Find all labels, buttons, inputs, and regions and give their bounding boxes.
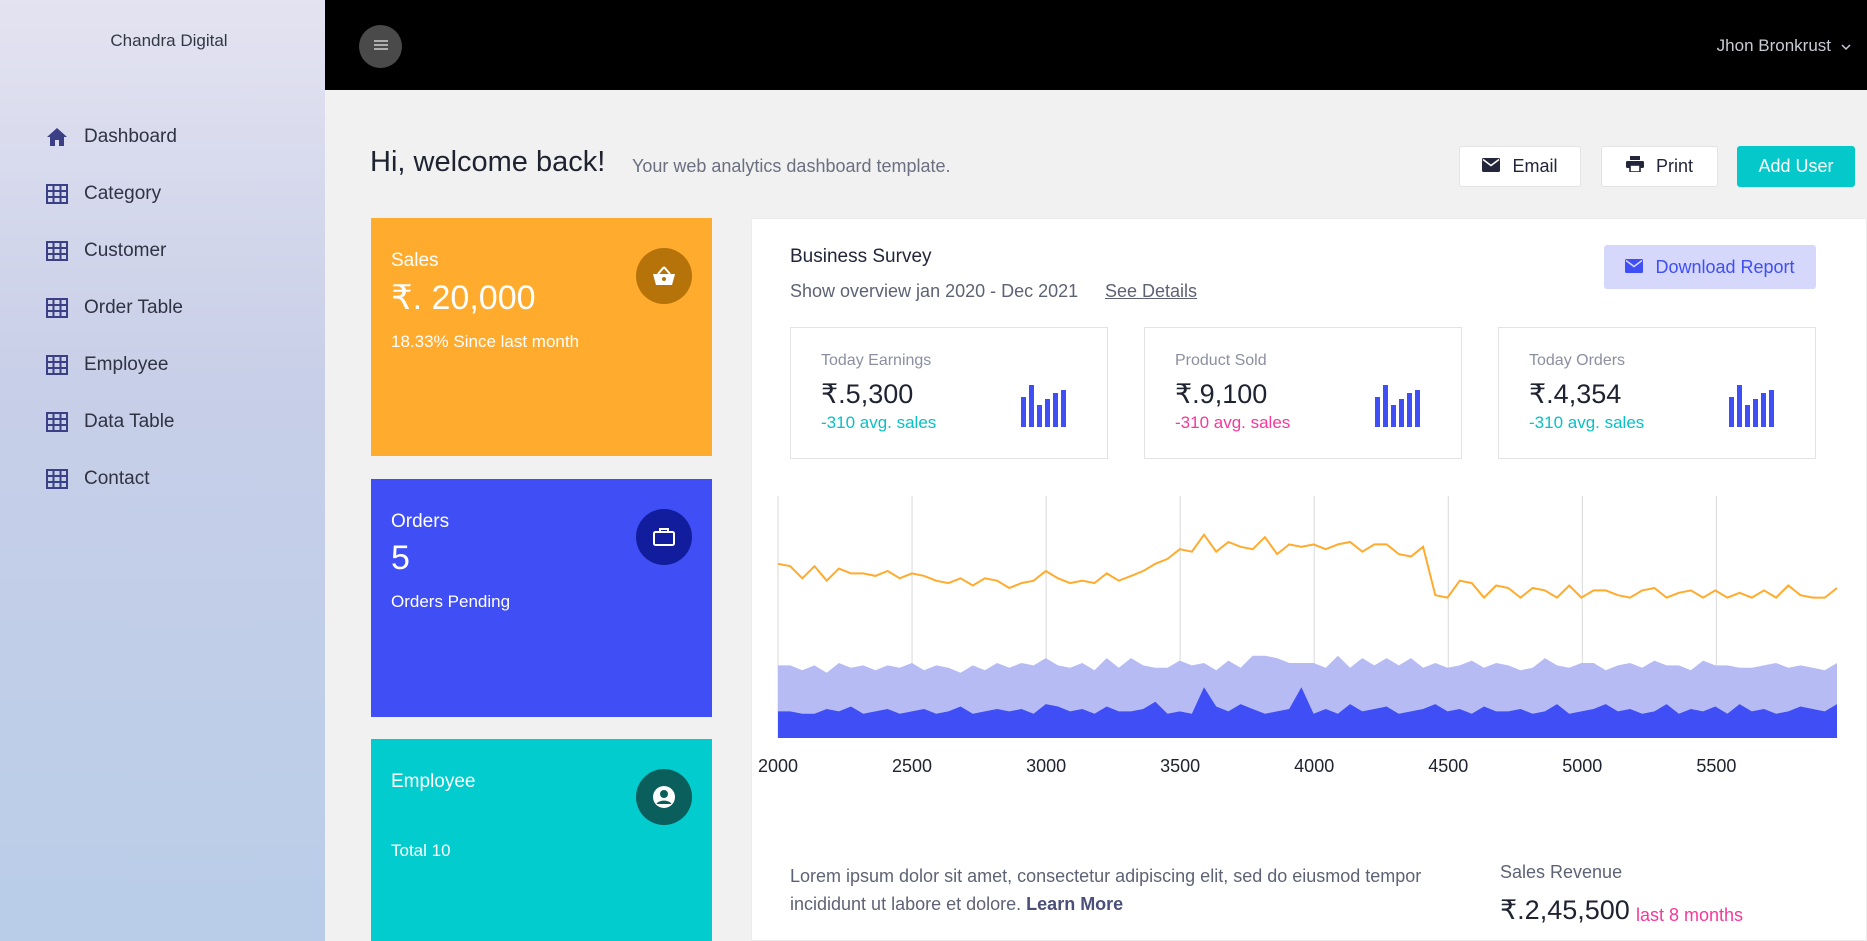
sidebar-item-label: Dashboard [84,125,177,147]
grid-icon [44,238,70,264]
sidebar-item-customer[interactable]: Customer [44,222,183,279]
survey-title: Business Survey [790,246,932,267]
stat-product-sold: Product Sold ₹.9,100 -310 avg. sales [1144,327,1462,459]
briefcase-icon [636,509,692,565]
grid-icon [44,181,70,207]
menu-toggle-button[interactable] [359,25,402,68]
card-subtext: Total 10 [391,841,451,860]
survey-subtitle: Show overview jan 2020 - Dec 2021 [790,281,1079,301]
sales-revenue-label: Sales Revenue [1500,862,1623,882]
sidebar-item-dashboard[interactable]: Dashboard [44,108,183,165]
sidebar-item-label: Data Table [84,410,175,432]
download-report-label: Download Report [1655,256,1795,277]
main-content: Hi, welcome back! Your web analytics das… [325,90,1867,941]
add-user-button[interactable]: Add User [1737,146,1855,187]
x-tick-label: 5000 [1562,756,1602,776]
grid-icon [44,352,70,378]
bar-chart-icon [1375,385,1423,432]
sidebar-item-contact[interactable]: Contact [44,450,183,507]
sidebar-item-label: Employee [84,353,169,375]
x-tick-label: 5500 [1696,756,1736,776]
user-name: Jhon Bronkrust [1716,36,1831,55]
hamburger-icon [373,38,389,56]
card-subtext: 18.33% Since last month [391,332,580,351]
line-series [777,532,1838,600]
page-subtitle: Your web analytics dashboard template. [632,156,951,176]
grid-icon [44,409,70,435]
sidebar: Chandra Digital Dashboard Category Custo… [0,0,325,941]
email-button[interactable]: Email [1459,146,1581,187]
chevron-down-icon [1841,36,1851,56]
printer-icon [1625,156,1644,177]
email-button-label: Email [1512,156,1558,176]
sidebar-item-label: Customer [84,239,167,261]
sidebar-item-order-table[interactable]: Order Table [44,279,183,336]
user-menu[interactable]: Jhon Bronkrust [1717,36,1851,56]
see-details-link[interactable]: See Details [1105,281,1197,302]
print-button-label: Print [1655,156,1693,176]
stat-label: Today Earnings [821,352,932,369]
x-tick-label: 2000 [758,756,798,776]
sidebar-nav: Dashboard Category Customer Order Table [44,108,183,507]
sidebar-item-label: Order Table [84,296,183,318]
survey-chart: 2000 2500 3000 3500 4000 4500 5000 5500 [758,496,1838,776]
sidebar-item-data-table[interactable]: Data Table [44,393,183,450]
grid-icon [44,295,70,321]
x-tick-label: 4000 [1294,756,1334,776]
stat-label: Today Orders [1529,352,1626,369]
employee-card: Employee Total 10 [371,739,712,941]
envelope-icon [1625,257,1644,278]
bar-chart-icon [1729,385,1777,432]
business-survey-panel: Business Survey Show overview jan 2020 -… [751,218,1867,941]
user-circle-icon [636,769,692,825]
page-title: Hi, welcome back! [370,146,606,178]
download-report-button[interactable]: Download Report [1604,245,1816,289]
grid-icon [44,466,70,492]
print-button[interactable]: Print [1601,146,1718,187]
x-tick-label: 3500 [1160,756,1200,776]
survey-description: Lorem ipsum dolor sit amet, consectetur … [790,862,1480,918]
sidebar-item-label: Category [84,182,162,204]
envelope-icon [1482,156,1501,177]
orders-card: Orders 5 Orders Pending [371,479,712,717]
sidebar-item-label: Contact [84,467,150,489]
brand-name: Chandra Digital [110,31,228,50]
learn-more-link[interactable]: Learn More [1026,894,1123,914]
bar-chart-icon [1021,385,1069,432]
sidebar-item-category[interactable]: Category [44,165,183,222]
sales-card: Sales ₹. 20,000 18.33% Since last month [371,218,712,456]
x-tick-label: 3000 [1026,756,1066,776]
home-icon [44,124,70,150]
sidebar-item-employee[interactable]: Employee [44,336,183,393]
stat-today-earnings: Today Earnings ₹.5,300 -310 avg. sales [790,327,1108,459]
basket-icon [636,248,692,304]
card-subtext: Orders Pending [391,592,511,611]
stat-label: Product Sold [1175,352,1267,369]
sales-revenue-value: ₹.2,45,500 [1500,895,1630,925]
topbar: Jhon Bronkrust [325,0,1867,90]
sales-revenue-period: last 8 months [1636,905,1744,925]
stat-today-orders: Today Orders ₹.4,354 -310 avg. sales [1498,327,1816,459]
x-tick-label: 4500 [1428,756,1468,776]
x-tick-label: 2500 [892,756,932,776]
app-frame: Chandra Digital Dashboard Category Custo… [0,0,1867,941]
